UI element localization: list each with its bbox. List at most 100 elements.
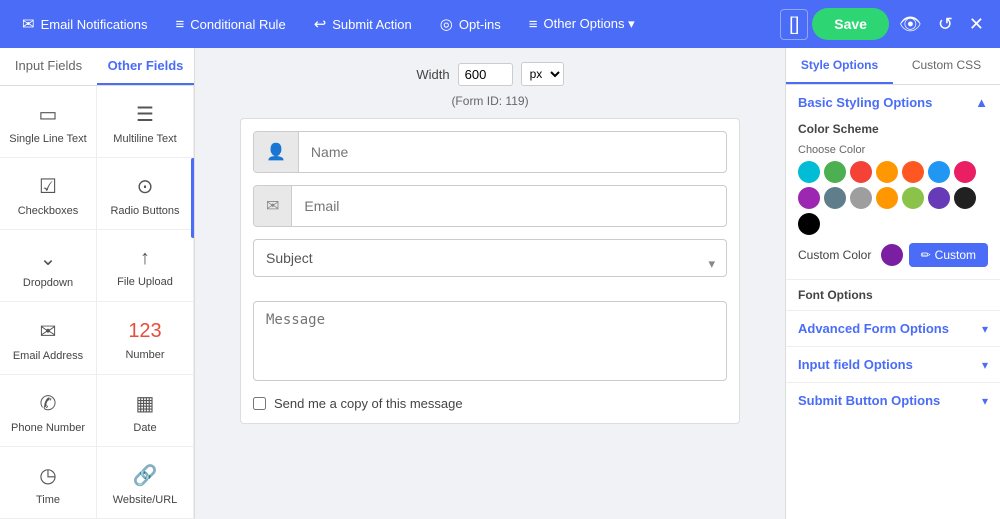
- field-icon-single-line-text: ▭: [39, 102, 58, 127]
- bracket-button[interactable]: []: [780, 9, 808, 40]
- field-icon-date: ▦: [136, 391, 155, 416]
- advanced-options-title: Advanced Form Options: [798, 321, 949, 336]
- copy-checkbox-label: Send me a copy of this message: [274, 396, 463, 411]
- tab-input-fields[interactable]: Input Fields: [0, 48, 97, 85]
- left-panel: Input Fields Other Fields ▭ Single Line …: [0, 48, 195, 519]
- opt-ins-icon: ◎: [440, 15, 453, 33]
- close-icon-btn[interactable]: ✕: [963, 10, 990, 39]
- form-header: Width px %: [416, 62, 563, 86]
- custom-color-row: Custom Color ✏ Custom: [798, 243, 988, 267]
- tab-other-fields[interactable]: Other Fields: [97, 48, 194, 85]
- color-dot-6[interactable]: [954, 161, 976, 183]
- field-item-date[interactable]: ▦ Date: [97, 375, 194, 447]
- save-button[interactable]: Save: [812, 8, 889, 40]
- field-icon-website-url: 🔗: [133, 463, 158, 488]
- input-field-options-title: Input field Options: [798, 357, 913, 372]
- color-dot-13[interactable]: [954, 187, 976, 209]
- custom-color-swatch[interactable]: [881, 244, 903, 266]
- subject-wrapper: Subject: [253, 239, 727, 289]
- email-icon: ✉: [22, 15, 35, 33]
- email-field-row: ✉: [253, 185, 727, 227]
- field-item-dropdown[interactable]: ⌄ Dropdown: [0, 230, 97, 302]
- field-label-website-url: Website/URL: [113, 494, 178, 506]
- tab-style-options[interactable]: Style Options: [786, 48, 893, 84]
- field-icon-number: 123: [128, 320, 161, 343]
- advanced-form-options-header[interactable]: Advanced Form Options ▾: [786, 311, 1000, 346]
- fields-grid: ▭ Single Line Text☰ Multiline Text☑ Chec…: [0, 86, 194, 519]
- field-item-multiline-text[interactable]: ☰ Multiline Text: [97, 86, 194, 158]
- field-icon-dropdown: ⌄: [40, 246, 57, 271]
- basic-styling-collapse-icon[interactable]: ▲: [975, 95, 988, 110]
- field-icon-email-address: ✉: [40, 319, 57, 344]
- color-dot-7[interactable]: [798, 187, 820, 209]
- name-input[interactable]: [299, 134, 726, 170]
- field-item-number[interactable]: 123 Number: [97, 302, 194, 374]
- field-item-single-line-text[interactable]: ▭ Single Line Text: [0, 86, 97, 158]
- color-dot-3[interactable]: [876, 161, 898, 183]
- nav-conditional-rule[interactable]: ≡ Conditional Rule: [164, 10, 298, 39]
- nav-email-notifications[interactable]: ✉ Email Notifications: [10, 9, 160, 39]
- input-field-options-section: Input field Options ▾: [786, 346, 1000, 382]
- color-dot-14[interactable]: [798, 213, 820, 235]
- unit-select[interactable]: px %: [521, 62, 564, 86]
- color-dot-5[interactable]: [928, 161, 950, 183]
- nav-other-options[interactable]: ≡ Other Options ▾: [517, 10, 647, 39]
- submit-button-options-section: Submit Button Options ▾: [786, 382, 1000, 418]
- email-input[interactable]: [292, 188, 726, 224]
- width-input[interactable]: [458, 63, 513, 86]
- submit-button-chevron-icon: ▾: [982, 394, 988, 408]
- custom-btn-label: Custom: [935, 248, 976, 262]
- main-layout: Input Fields Other Fields ▭ Single Line …: [0, 48, 1000, 519]
- undo-icon-btn[interactable]: ↺: [932, 10, 959, 39]
- checkbox-row: Send me a copy of this message: [253, 396, 727, 411]
- submit-button-options-header[interactable]: Submit Button Options ▾: [786, 383, 1000, 418]
- field-item-website-url[interactable]: 🔗 Website/URL: [97, 447, 194, 519]
- field-icon-radio-buttons: ⊙: [137, 174, 154, 199]
- center-panel: Width px % (Form ID: 119) 👤 ✉ Subject: [195, 48, 785, 519]
- color-dot-4[interactable]: [902, 161, 924, 183]
- field-label-phone-number: Phone Number: [11, 422, 85, 434]
- view-icon-btn[interactable]: 👁: [893, 10, 928, 39]
- field-icon-time: ◷: [39, 463, 56, 488]
- basic-styling-header: Basic Styling Options ▲: [786, 85, 1000, 114]
- color-dot-12[interactable]: [928, 187, 950, 209]
- field-item-file-upload[interactable]: ↑ File Upload: [97, 230, 194, 302]
- message-textarea[interactable]: [253, 301, 727, 381]
- field-item-radio-buttons[interactable]: ⊙ Radio Buttons: [97, 158, 194, 230]
- input-field-options-header[interactable]: Input field Options ▾: [786, 347, 1000, 382]
- color-dot-10[interactable]: [876, 187, 898, 209]
- field-item-checkboxes[interactable]: ☑ Checkboxes: [0, 158, 97, 230]
- field-icon-file-upload: ↑: [140, 247, 150, 270]
- tab-custom-css[interactable]: Custom CSS: [893, 48, 1000, 84]
- field-icon-multiline-text: ☰: [136, 102, 154, 127]
- field-item-email-address[interactable]: ✉ Email Address: [0, 302, 97, 374]
- nav-opt-ins[interactable]: ◎ Opt-ins: [428, 9, 513, 39]
- right-panel: Style Options Custom CSS Basic Styling O…: [785, 48, 1000, 519]
- color-dot-2[interactable]: [850, 161, 872, 183]
- form-id: (Form ID: 119): [451, 94, 528, 108]
- color-scheme-label: Color Scheme: [798, 122, 988, 136]
- field-label-checkboxes: Checkboxes: [18, 205, 79, 217]
- color-dot-9[interactable]: [850, 187, 872, 209]
- name-field-row: 👤: [253, 131, 727, 173]
- field-item-phone-number[interactable]: ✆ Phone Number: [0, 375, 97, 447]
- conditional-icon: ≡: [176, 16, 185, 33]
- nav-submit-action[interactable]: ↩ Submit Action: [302, 9, 424, 39]
- custom-btn-icon: ✏: [921, 248, 931, 262]
- field-label-dropdown: Dropdown: [23, 277, 73, 289]
- color-dot-1[interactable]: [824, 161, 846, 183]
- field-label-time: Time: [36, 494, 60, 506]
- field-label-file-upload: File Upload: [117, 276, 173, 288]
- field-tabs: Input Fields Other Fields: [0, 48, 194, 86]
- form-canvas: 👤 ✉ Subject Send me a copy of this messa…: [240, 118, 740, 424]
- field-label-multiline-text: Multiline Text: [113, 133, 176, 145]
- basic-styling-title: Basic Styling Options: [798, 95, 932, 110]
- custom-btn[interactable]: ✏ Custom: [909, 243, 988, 267]
- color-dot-8[interactable]: [824, 187, 846, 209]
- color-dot-0[interactable]: [798, 161, 820, 183]
- field-item-time[interactable]: ◷ Time: [0, 447, 97, 519]
- font-options-label: Font Options: [786, 279, 1000, 310]
- copy-checkbox[interactable]: [253, 397, 266, 410]
- subject-select[interactable]: Subject: [253, 239, 727, 277]
- color-dot-11[interactable]: [902, 187, 924, 209]
